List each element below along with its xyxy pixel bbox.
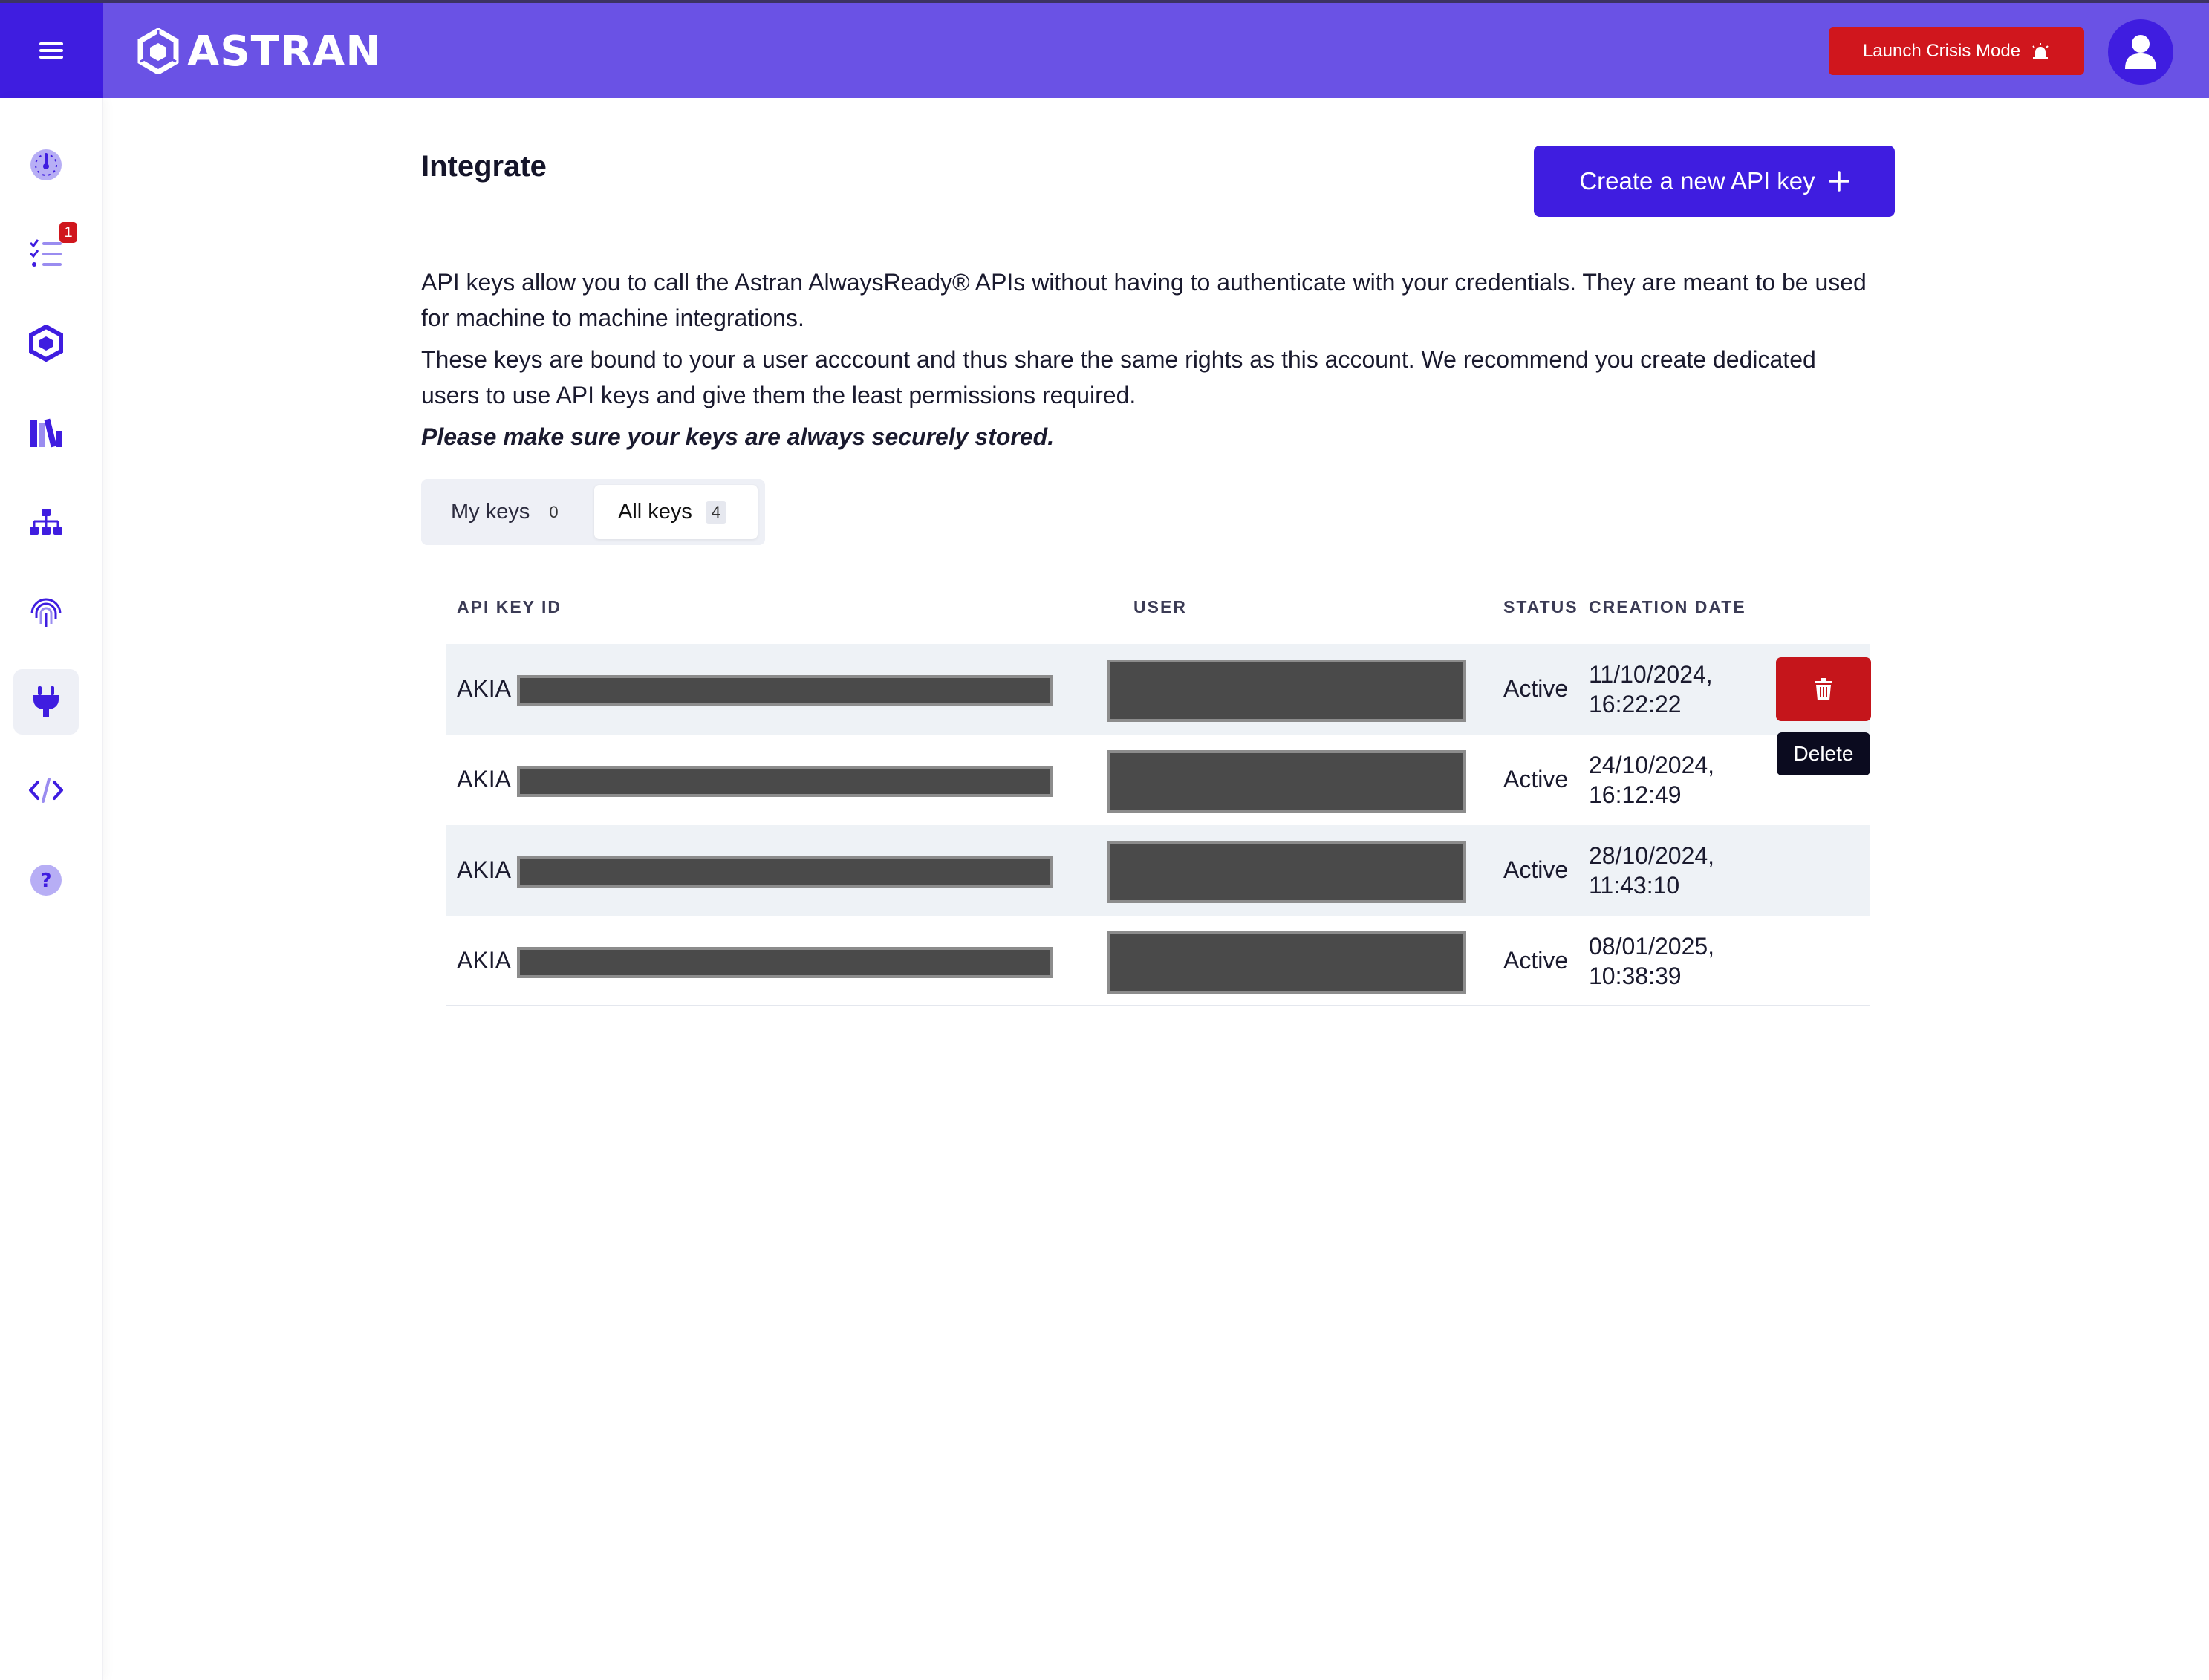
keys-tab-switcher: My keys 0 All keys 4 (421, 479, 765, 545)
fingerprint-icon (30, 598, 62, 627)
creation-date-time: 11:43:10 (1589, 872, 1680, 899)
creation-date-day: 11/10/2024, (1589, 661, 1713, 688)
status-text: Active (1503, 947, 1569, 974)
description-warning: Please make sure your keys are always se… (421, 423, 1055, 450)
column-header-status[interactable]: STATUS (1503, 597, 1578, 617)
page-title: Integrate (421, 150, 547, 183)
tab-all-keys[interactable]: All keys 4 (594, 485, 758, 539)
description-intro: API keys allow you to call the Astran Al… (421, 269, 1867, 331)
library-books-icon (30, 418, 62, 448)
plus-icon (1828, 171, 1849, 192)
code-brackets-icon (29, 778, 63, 803)
status-text: Active (1503, 675, 1569, 702)
sidebar-item-help[interactable]: ? (13, 847, 79, 913)
astran-cube-icon (29, 325, 63, 362)
creation-date-time: 16:22:22 (1589, 691, 1682, 717)
sidebar-item-storage[interactable] (13, 310, 79, 376)
creation-date: 28/10/2024, 11:43:10 (1589, 841, 1760, 900)
create-api-key-button[interactable]: Create a new API key (1534, 146, 1895, 217)
creation-date: 11/10/2024, 16:22:22 (1589, 660, 1760, 719)
menu-icon (39, 39, 63, 62)
redacted-key (517, 947, 1053, 978)
table-row[interactable]: AKIA Active 11/10/2024, 16:22:22 (446, 644, 1871, 735)
api-key-id: AKIA (457, 675, 511, 702)
description-rights: These keys are bound to your a user accc… (421, 346, 1816, 408)
creation-date-day: 08/01/2025, (1589, 933, 1715, 960)
hierarchy-sitemap-icon (30, 509, 62, 535)
sidebar-item-dashboard[interactable] (13, 132, 79, 198)
table-row[interactable]: AKIA Active 24/10/2024, 16:12:49 (446, 735, 1870, 825)
task-list-icon (29, 239, 62, 267)
sidebar-item-identity[interactable] (13, 579, 79, 644)
sidebar-item-integrate[interactable] (13, 669, 79, 735)
tab-my-keys[interactable]: My keys 0 (421, 485, 591, 539)
tab-label: All keys (618, 500, 692, 524)
creation-date-day: 24/10/2024, (1589, 752, 1715, 778)
sidebar-item-tasks[interactable]: 1 (13, 221, 79, 286)
api-key-id: AKIA (457, 947, 511, 974)
user-avatar-button[interactable] (2108, 19, 2173, 85)
help-question-icon: ? (30, 865, 62, 896)
sidebar: 1 ? (0, 98, 103, 1680)
tab-count: 0 (549, 502, 559, 521)
column-header-user[interactable]: USER (1133, 597, 1187, 617)
status-text: Active (1503, 856, 1569, 883)
redacted-user (1107, 660, 1466, 722)
redacted-key (517, 675, 1053, 706)
redacted-key (517, 766, 1053, 797)
dashboard-gauge-icon (30, 149, 62, 180)
column-header-api-key-id[interactable]: API KEY ID (457, 597, 562, 617)
logo-text: ASTRAN (187, 27, 382, 76)
trash-icon (1815, 678, 1832, 700)
creation-date: 08/01/2025, 10:38:39 (1589, 931, 1760, 991)
launch-crisis-mode-button[interactable]: Launch Crisis Mode (1829, 27, 2084, 75)
sidebar-item-developer[interactable] (13, 758, 79, 823)
table-row[interactable]: AKIA Active 08/01/2025, 10:38:39 (446, 916, 1870, 1006)
top-bar: ASTRAN Launch Crisis Mode (0, 0, 2209, 98)
user-icon (2125, 35, 2156, 69)
redacted-key (517, 856, 1053, 888)
plug-integration-icon (33, 686, 59, 717)
table-row[interactable]: AKIA Active 28/10/2024, 11:43:10 (446, 825, 1870, 916)
creation-date-time: 16:12:49 (1589, 781, 1682, 808)
api-key-id: AKIA (457, 766, 511, 792)
column-header-creation-date[interactable]: CREATION DATE (1589, 597, 1746, 617)
create-api-key-label: Create a new API key (1579, 167, 1815, 195)
creation-date: 24/10/2024, 16:12:49 (1589, 750, 1760, 810)
astran-logo-icon (137, 28, 179, 74)
creation-date-day: 28/10/2024, (1589, 842, 1715, 869)
astran-logo[interactable]: ASTRAN (137, 25, 381, 77)
tab-label: My keys (451, 500, 530, 524)
sidebar-item-library[interactable] (13, 400, 79, 466)
crisis-button-label: Launch Crisis Mode (1862, 41, 2021, 61)
api-key-id: AKIA (457, 856, 511, 883)
hamburger-menu-button[interactable] (0, 3, 103, 98)
redacted-user (1107, 750, 1466, 813)
tab-count: 4 (705, 501, 727, 524)
siren-icon (2032, 43, 2049, 59)
creation-date-time: 10:38:39 (1589, 963, 1682, 989)
sidebar-item-organization[interactable] (13, 489, 79, 555)
svg-text:?: ? (40, 870, 51, 892)
status-text: Active (1503, 766, 1569, 792)
delete-tooltip: Delete (1777, 732, 1870, 775)
delete-key-button[interactable] (1776, 657, 1871, 721)
redacted-user (1107, 931, 1466, 994)
tasks-badge: 1 (59, 222, 77, 243)
redacted-user (1107, 841, 1466, 903)
